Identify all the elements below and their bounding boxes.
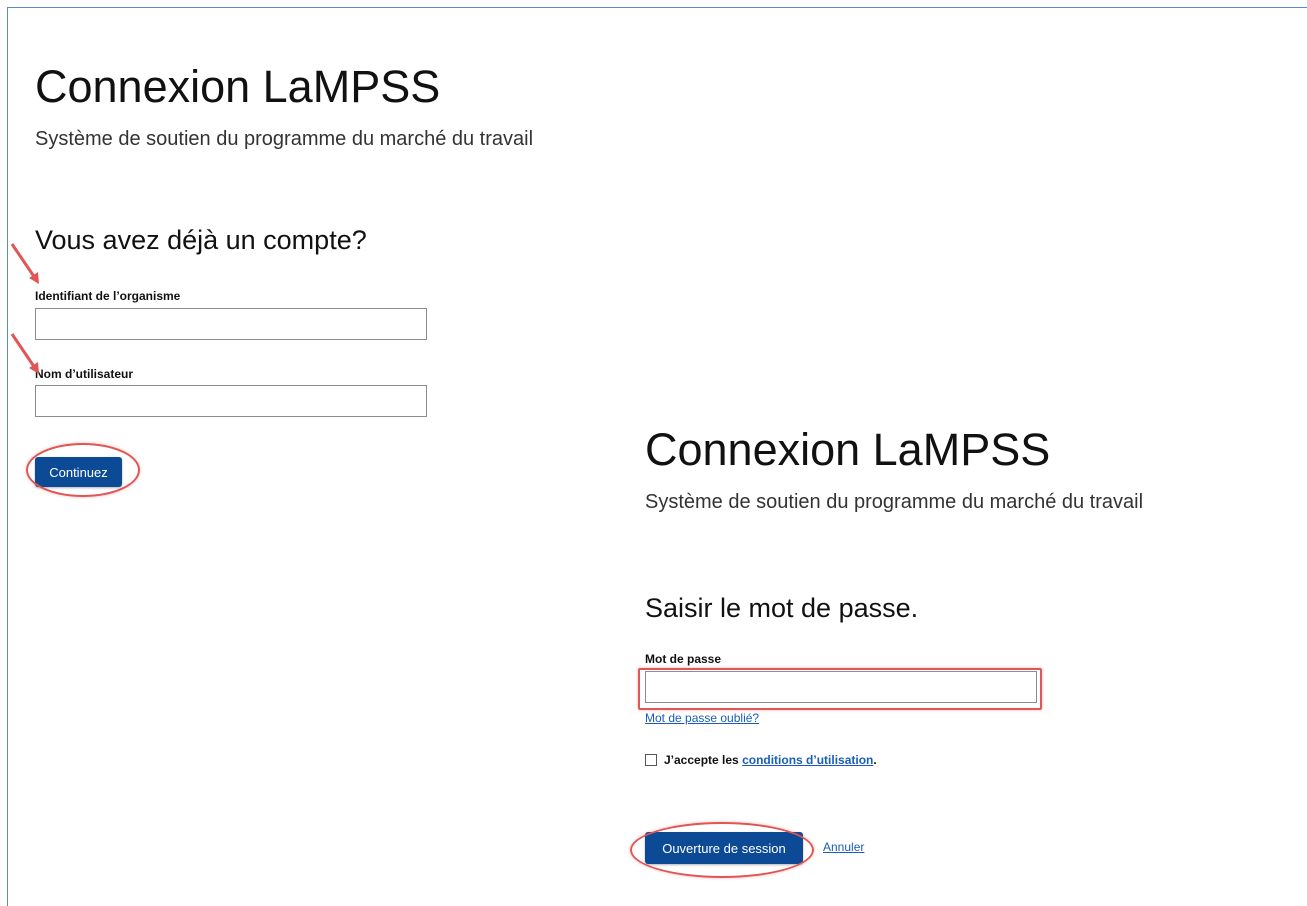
username-label: Nom d’utilisateur	[35, 367, 134, 381]
page-title: Connexion LaMPSS	[645, 424, 1051, 475]
terms-suffix: .	[873, 753, 877, 767]
page-subtitle: Système de soutien du programme du march…	[645, 491, 1144, 513]
terms-prefix: J’accepte les	[664, 753, 743, 767]
section-heading: Vous avez déjà un compte?	[35, 225, 367, 255]
org-id-label: Identifiant de l’organisme	[35, 289, 181, 303]
page-subtitle: Système de soutien du programme du march…	[35, 128, 534, 150]
username-input[interactable]	[35, 385, 427, 417]
page-title: Connexion LaMPSS	[35, 61, 441, 112]
annotation-arrow-icon	[10, 243, 39, 284]
annotation-circle	[630, 822, 814, 878]
forgot-password-link[interactable]: Mot de passe oublié?	[645, 711, 759, 725]
terms-row: J’accepte les conditions d’utilisation .	[645, 753, 877, 767]
annotation-rectangle	[638, 668, 1042, 710]
section-heading: Saisir le mot de passe.	[645, 593, 919, 623]
password-label: Mot de passe	[645, 652, 722, 666]
annotation-arrow-icon	[10, 333, 39, 374]
org-id-input[interactable]	[35, 308, 427, 340]
login-step2-panel: Connexion LaMPSS Système de soutien du p…	[645, 423, 1295, 864]
annotation-circle	[26, 443, 140, 497]
login-step1-panel: Connexion LaMPSS Système de soutien du p…	[35, 60, 635, 487]
terms-link[interactable]: conditions d’utilisation	[742, 753, 873, 767]
cancel-link[interactable]: Annuler	[823, 840, 864, 854]
terms-checkbox[interactable]	[645, 754, 657, 766]
